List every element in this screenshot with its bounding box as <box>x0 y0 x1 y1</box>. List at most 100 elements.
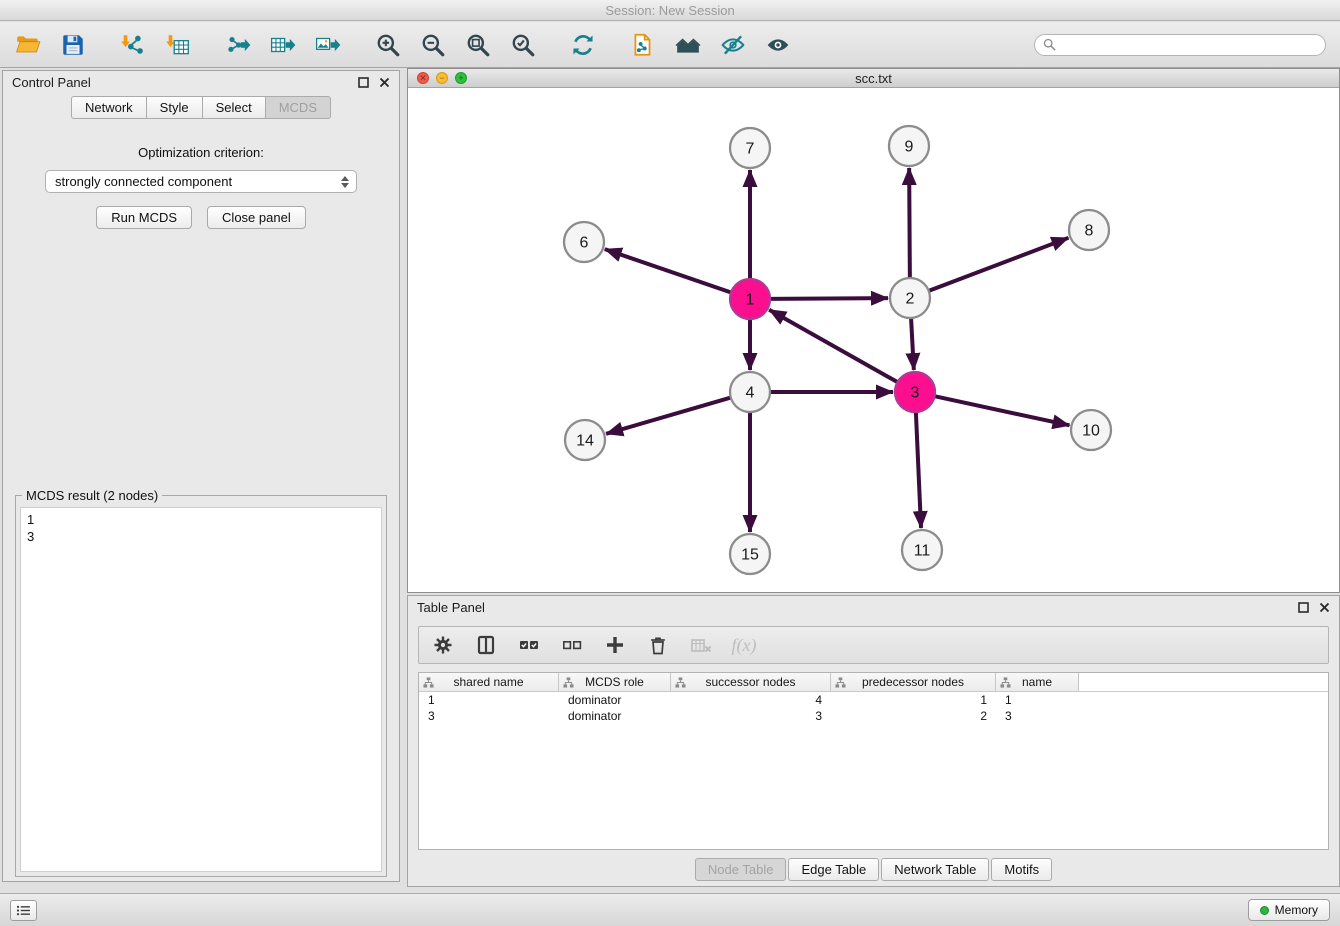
search-box[interactable] <box>1034 34 1326 56</box>
task-list-icon <box>16 905 31 916</box>
settings-gear-icon[interactable] <box>431 633 455 657</box>
home-icon[interactable] <box>674 31 702 59</box>
float-panel-icon[interactable] <box>357 77 369 89</box>
close-panel-button[interactable]: Close panel <box>207 206 306 229</box>
zoom-selected-icon[interactable] <box>509 31 537 59</box>
edge-2-3[interactable] <box>911 318 914 370</box>
deselect-all-icon[interactable] <box>560 633 584 657</box>
mcds-result-box[interactable]: 13 <box>20 507 382 872</box>
node-8[interactable]: 8 <box>1069 210 1109 250</box>
table-row[interactable]: 1dominator411 <box>419 692 1328 708</box>
delete-table-icon <box>689 633 713 657</box>
tab-node-table[interactable]: Node Table <box>695 858 787 881</box>
network-canvas[interactable]: 7 9 6 8 1 2 4 3 14 10 15 11 <box>408 88 1339 592</box>
column-header-name[interactable]: name <box>996 673 1079 691</box>
export-table-icon[interactable] <box>269 31 297 59</box>
column-header-label: predecessor nodes <box>862 675 964 689</box>
column-header-predecessor-nodes[interactable]: predecessor nodes <box>831 673 996 691</box>
save-icon[interactable] <box>59 31 87 59</box>
open-folder-icon[interactable] <box>14 31 42 59</box>
tab-style[interactable]: Style <box>146 96 202 119</box>
zoom-fit-icon[interactable] <box>464 31 492 59</box>
import-network-icon[interactable] <box>119 31 147 59</box>
zoom-in-icon[interactable] <box>374 31 402 59</box>
add-column-icon[interactable] <box>603 633 627 657</box>
close-table-panel-icon[interactable] <box>1318 602 1330 614</box>
toolbar-group <box>224 31 342 59</box>
tab-network-table[interactable]: Network Table <box>881 858 989 881</box>
optimization-criterion-select[interactable]: strongly connected component <box>45 170 357 193</box>
column-header-label: successor nodes <box>705 675 795 689</box>
edge-2-8[interactable] <box>929 238 1069 291</box>
table-cell: 3 <box>671 709 831 723</box>
node-1[interactable]: 1 <box>730 279 770 319</box>
node-11[interactable]: 11 <box>902 530 942 570</box>
close-window-icon[interactable]: ✕ <box>417 72 429 84</box>
edge-4-14[interactable] <box>606 398 731 434</box>
run-mcds-button[interactable]: Run MCDS <box>96 206 192 229</box>
export-network-icon[interactable] <box>224 31 252 59</box>
toolbar-group <box>629 31 792 59</box>
edge-3-1[interactable] <box>769 310 897 382</box>
zoom-out-icon[interactable] <box>419 31 447 59</box>
minimize-window-icon[interactable]: − <box>436 72 448 84</box>
delete-column-icon[interactable] <box>646 633 670 657</box>
table-cell: 4 <box>671 693 831 707</box>
node-3[interactable]: 3 <box>895 372 935 412</box>
memory-label: Memory <box>1275 903 1318 917</box>
table-cell: 1 <box>996 693 1079 707</box>
node-10[interactable]: 10 <box>1071 410 1111 450</box>
node-label-6: 6 <box>580 235 589 252</box>
mcds-result-group: MCDS result (2 nodes) 13 <box>15 495 387 877</box>
show-hide-icon[interactable] <box>764 31 792 59</box>
node-4[interactable]: 4 <box>730 372 770 412</box>
node-label-3: 3 <box>911 385 920 402</box>
node-7[interactable]: 7 <box>730 128 770 168</box>
edge-1-2[interactable] <box>770 298 888 299</box>
table-cell: 1 <box>419 693 559 707</box>
main-toolbar <box>0 22 1340 68</box>
table-row[interactable]: 3dominator323 <box>419 708 1328 724</box>
search-input[interactable] <box>1061 38 1317 52</box>
edge-3-11[interactable] <box>916 412 921 528</box>
network-canvas-svg: 7 9 6 8 1 2 4 3 14 10 15 11 <box>408 88 1339 592</box>
tab-network[interactable]: Network <box>71 96 146 119</box>
search-icon <box>1043 38 1056 51</box>
traffic-lights: ✕ − + <box>417 69 467 87</box>
column-header-shared-name[interactable]: shared name <box>419 673 559 691</box>
refresh-icon[interactable] <box>569 31 597 59</box>
select-all-icon[interactable] <box>517 633 541 657</box>
copy-network-icon[interactable] <box>629 31 657 59</box>
style-eye-icon[interactable] <box>719 31 747 59</box>
tab-motifs[interactable]: Motifs <box>991 858 1052 881</box>
task-history-button[interactable] <box>10 900 37 921</box>
edge-3-10[interactable] <box>935 396 1070 425</box>
float-table-panel-icon[interactable] <box>1297 602 1309 614</box>
memory-button[interactable]: Memory <box>1248 899 1330 921</box>
node-label-4: 4 <box>746 385 755 402</box>
node-2[interactable]: 2 <box>890 278 930 318</box>
node-label-10: 10 <box>1082 423 1100 440</box>
status-bar: Memory <box>0 893 1340 926</box>
node-6[interactable]: 6 <box>564 222 604 262</box>
toolbar-groups <box>14 31 824 59</box>
maximize-window-icon[interactable]: + <box>455 72 467 84</box>
close-panel-icon[interactable] <box>378 77 390 89</box>
node-14[interactable]: 14 <box>565 420 605 460</box>
column-header-successor-nodes[interactable]: successor nodes <box>671 673 831 691</box>
column-header-mcds-role[interactable]: MCDS role <box>559 673 671 691</box>
table-panel-tabs: Node TableEdge TableNetwork TableMotifs <box>408 858 1339 881</box>
node-9[interactable]: 9 <box>889 126 929 166</box>
tab-select[interactable]: Select <box>202 96 265 119</box>
tab-mcds[interactable]: MCDS <box>265 96 331 119</box>
mcds-result-line: 1 <box>27 511 375 528</box>
column-layout-icon[interactable] <box>474 633 498 657</box>
import-table-icon[interactable] <box>164 31 192 59</box>
toolbar-group <box>119 31 192 59</box>
edge-1-6[interactable] <box>605 249 731 292</box>
node-15[interactable]: 15 <box>730 534 770 574</box>
tab-edge-table[interactable]: Edge Table <box>788 858 879 881</box>
edge-2-9[interactable] <box>909 168 910 278</box>
export-image-icon[interactable] <box>314 31 342 59</box>
node-label-11: 11 <box>914 543 931 560</box>
